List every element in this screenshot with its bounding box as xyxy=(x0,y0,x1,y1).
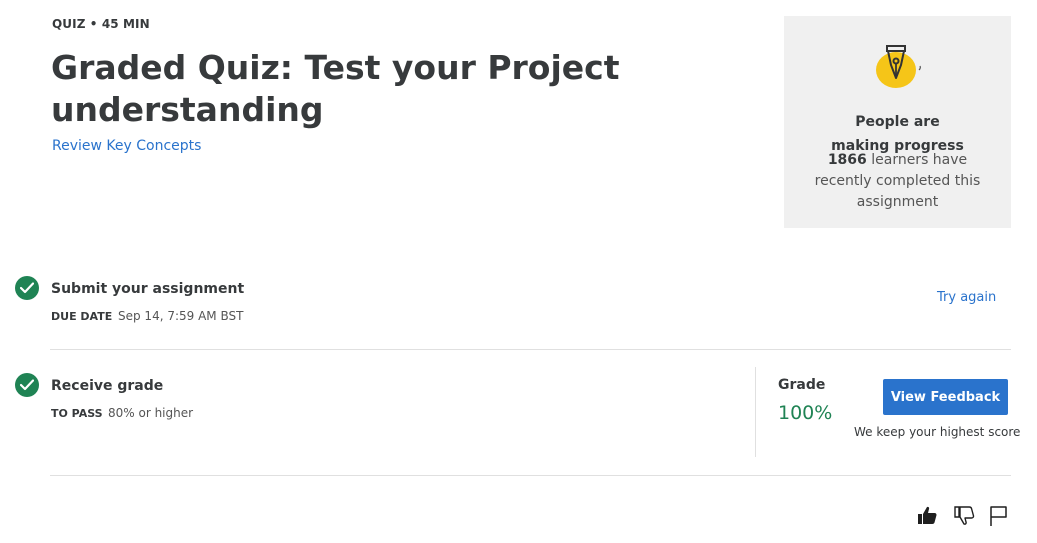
submit-complete-check-icon xyxy=(15,276,39,300)
item-type-duration: QUIZ • 45 MIN xyxy=(52,17,150,31)
due-date-value: Sep 14, 7:59 AM BST xyxy=(118,309,244,323)
thumbs-down-icon[interactable] xyxy=(953,505,975,527)
to-pass-label: TO PASS xyxy=(51,407,103,420)
grade-complete-check-icon xyxy=(15,373,39,397)
thumbs-up-icon[interactable] xyxy=(916,504,938,526)
page-title: Graded Quiz: Test your Project understan… xyxy=(51,48,620,129)
try-again-link[interactable]: Try again xyxy=(937,290,996,305)
due-date-label: DUE DATE xyxy=(51,310,113,323)
grade-divider xyxy=(755,367,756,457)
grade-label: Grade xyxy=(778,377,826,393)
to-pass-value: 80% or higher xyxy=(108,406,194,420)
view-feedback-button[interactable]: View Feedback xyxy=(883,379,1008,415)
section-divider xyxy=(50,475,1011,476)
review-key-concepts-link[interactable]: Review Key Concepts xyxy=(52,138,201,154)
highest-score-note: We keep your highest score xyxy=(854,425,1021,439)
progress-text: 1866 learners have recently completed th… xyxy=(784,150,1011,213)
progress-card: People are making progress 1866 learners… xyxy=(784,16,1011,228)
learner-count: 1866 xyxy=(827,152,867,168)
pen-nib-icon xyxy=(874,38,924,90)
submit-step-title: Submit your assignment xyxy=(51,281,245,297)
section-divider xyxy=(50,349,1011,350)
grade-value: 100% xyxy=(778,402,833,424)
grade-step-title: Receive grade xyxy=(51,378,164,394)
flag-icon[interactable] xyxy=(988,505,1010,527)
